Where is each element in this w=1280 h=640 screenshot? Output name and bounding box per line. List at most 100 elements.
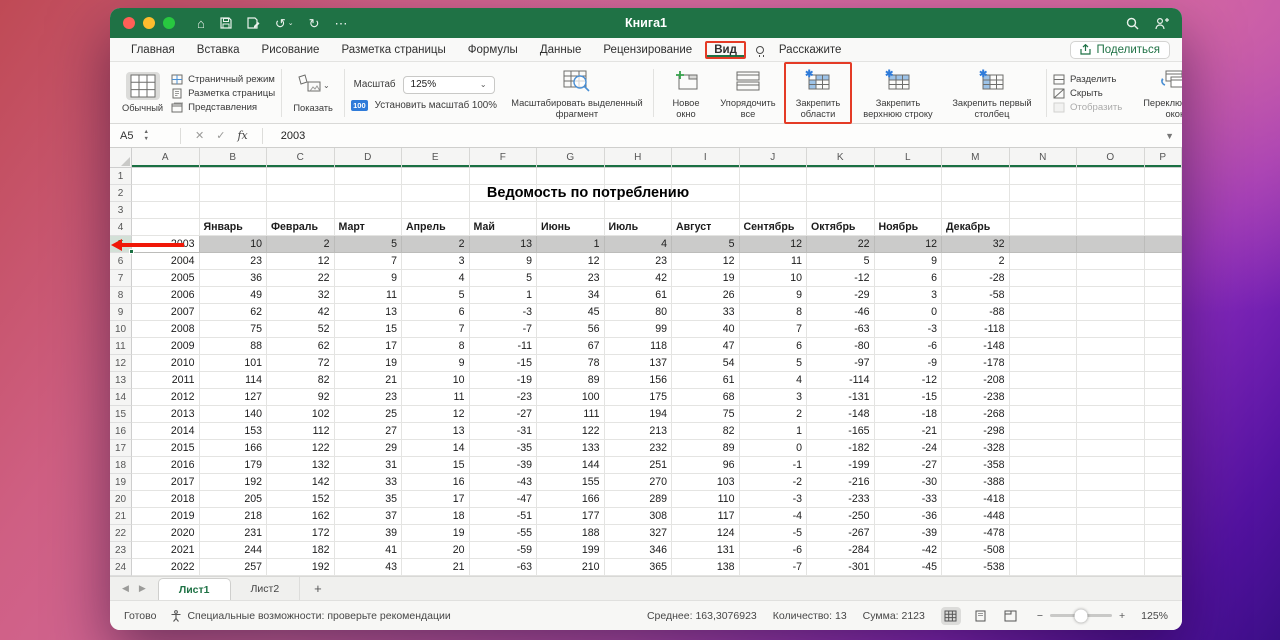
cell-G1[interactable] [537, 168, 605, 185]
row-header-21[interactable]: 21 [110, 508, 132, 525]
cell-A7[interactable]: 2005 [132, 270, 200, 287]
cell-F12[interactable]: -15 [470, 355, 538, 372]
cell-H15[interactable]: 194 [605, 406, 673, 423]
cell-J10[interactable]: 7 [740, 321, 808, 338]
cell-D2[interactable] [335, 185, 403, 202]
cell-G16[interactable]: 122 [537, 423, 605, 440]
cell-I2[interactable] [672, 185, 740, 202]
cell-I3[interactable] [672, 202, 740, 219]
freeze-first-column-button[interactable]: ✱ Закрепить первый столбец [944, 64, 1040, 122]
cell-E18[interactable]: 15 [402, 457, 470, 474]
cell-E8[interactable]: 5 [402, 287, 470, 304]
cell-F3[interactable] [470, 202, 538, 219]
cell-H5[interactable]: 4 [605, 236, 673, 253]
cell-I6[interactable]: 12 [672, 253, 740, 270]
cell-P15[interactable] [1145, 406, 1183, 423]
cell-P9[interactable] [1145, 304, 1183, 321]
cell-L21[interactable]: -36 [875, 508, 943, 525]
cell-G14[interactable]: 100 [537, 389, 605, 406]
cell-P7[interactable] [1145, 270, 1183, 287]
cell-M13[interactable]: -208 [942, 372, 1010, 389]
cell-I21[interactable]: 117 [672, 508, 740, 525]
cell-B8[interactable]: 49 [200, 287, 268, 304]
cell-K17[interactable]: -182 [807, 440, 875, 457]
ribbon-tab-9[interactable]: Расскажите [770, 42, 851, 58]
cell-M2[interactable] [942, 185, 1010, 202]
cell-F13[interactable]: -19 [470, 372, 538, 389]
cell-A2[interactable] [132, 185, 200, 202]
cell-N3[interactable] [1010, 202, 1078, 219]
cell-E11[interactable]: 8 [402, 338, 470, 355]
column-header-C[interactable]: C [267, 148, 335, 168]
zoom-window-button[interactable] [163, 17, 175, 29]
cell-E19[interactable]: 16 [402, 474, 470, 491]
cell-K1[interactable] [807, 168, 875, 185]
ribbon-tab-8[interactable]: Вид [705, 41, 746, 59]
cell-A17[interactable]: 2015 [132, 440, 200, 457]
cell-G12[interactable]: 78 [537, 355, 605, 372]
column-header-H[interactable]: H [605, 148, 673, 168]
row-header-19[interactable]: 19 [110, 474, 132, 491]
sheet-next-icon[interactable]: ▶ [139, 583, 146, 594]
cell-O12[interactable] [1077, 355, 1145, 372]
cell-B7[interactable]: 36 [200, 270, 268, 287]
cell-L6[interactable]: 9 [875, 253, 943, 270]
cell-O19[interactable] [1077, 474, 1145, 491]
cell-P5[interactable] [1145, 236, 1183, 253]
cell-N22[interactable] [1010, 525, 1078, 542]
cell-K5[interactable]: 22 [807, 236, 875, 253]
cell-M16[interactable]: -298 [942, 423, 1010, 440]
cell-F21[interactable]: -51 [470, 508, 538, 525]
cell-P10[interactable] [1145, 321, 1183, 338]
row-header-23[interactable]: 23 [110, 542, 132, 559]
cell-C15[interactable]: 102 [267, 406, 335, 423]
cell-G11[interactable]: 67 [537, 338, 605, 355]
cell-N15[interactable] [1010, 406, 1078, 423]
cell-C1[interactable] [267, 168, 335, 185]
cell-B15[interactable]: 140 [200, 406, 268, 423]
cell-I1[interactable] [672, 168, 740, 185]
cell-O4[interactable] [1077, 219, 1145, 236]
cell-B10[interactable]: 75 [200, 321, 268, 338]
cell-I24[interactable]: 138 [672, 559, 740, 576]
cell-E17[interactable]: 14 [402, 440, 470, 457]
cell-O15[interactable] [1077, 406, 1145, 423]
column-header-E[interactable]: E [402, 148, 470, 168]
cell-H11[interactable]: 118 [605, 338, 673, 355]
cell-C19[interactable]: 142 [267, 474, 335, 491]
cell-D12[interactable]: 19 [335, 355, 403, 372]
cell-F9[interactable]: -3 [470, 304, 538, 321]
cell-F4[interactable]: Май [470, 219, 538, 236]
cell-D15[interactable]: 25 [335, 406, 403, 423]
cell-H2[interactable] [605, 185, 673, 202]
cell-E4[interactable]: Апрель [402, 219, 470, 236]
cell-H23[interactable]: 346 [605, 542, 673, 559]
ribbon-tab-5[interactable]: Формулы [459, 42, 527, 58]
cell-H13[interactable]: 156 [605, 372, 673, 389]
cell-L23[interactable]: -42 [875, 542, 943, 559]
row-header-7[interactable]: 7 [110, 270, 132, 287]
cell-D17[interactable]: 29 [335, 440, 403, 457]
insert-function-icon[interactable]: fx [237, 129, 247, 142]
new-window-button[interactable]: Новое окно [660, 64, 712, 122]
cell-H6[interactable]: 23 [605, 253, 673, 270]
cell-G9[interactable]: 45 [537, 304, 605, 321]
cell-G7[interactable]: 23 [537, 270, 605, 287]
cell-A6[interactable]: 2004 [132, 253, 200, 270]
cell-H18[interactable]: 251 [605, 457, 673, 474]
cell-B14[interactable]: 127 [200, 389, 268, 406]
ribbon-tab-3[interactable]: Рисование [253, 42, 329, 58]
column-header-P[interactable]: P [1145, 148, 1183, 168]
cell-G3[interactable] [537, 202, 605, 219]
cell-H21[interactable]: 308 [605, 508, 673, 525]
cell-G22[interactable]: 188 [537, 525, 605, 542]
cell-J22[interactable]: -5 [740, 525, 808, 542]
cell-F6[interactable]: 9 [470, 253, 538, 270]
cell-A3[interactable] [132, 202, 200, 219]
cell-K23[interactable]: -284 [807, 542, 875, 559]
minimize-window-button[interactable] [143, 17, 155, 29]
cell-O23[interactable] [1077, 542, 1145, 559]
cell-O13[interactable] [1077, 372, 1145, 389]
cell-M17[interactable]: -328 [942, 440, 1010, 457]
row-header-2[interactable]: 2 [110, 185, 132, 202]
